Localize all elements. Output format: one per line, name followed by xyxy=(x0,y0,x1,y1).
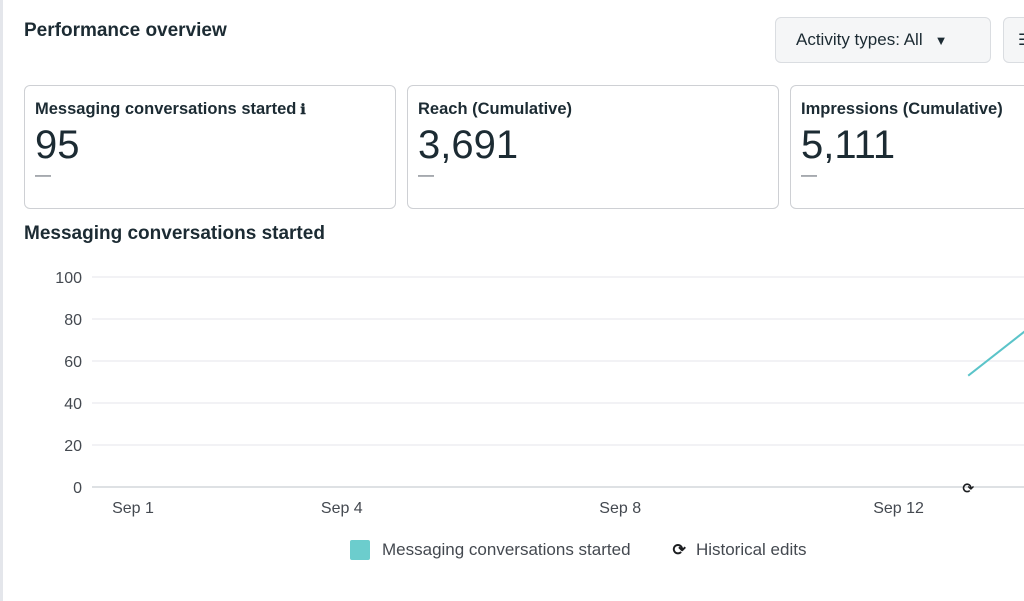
activity-types-dropdown[interactable]: Activity types: All ▼ xyxy=(775,17,991,63)
info-icon[interactable]: ℹ xyxy=(300,101,305,118)
filter-icon: ☰ xyxy=(1018,32,1024,49)
metric-delta: — xyxy=(35,167,51,184)
historical-edit-marker: ⟳ xyxy=(962,481,974,497)
y-tick-label: 80 xyxy=(64,312,82,329)
metric-label: Impressions (Cumulative) xyxy=(801,100,1003,118)
metric-value: 3,691 xyxy=(418,123,519,167)
series-swatch xyxy=(350,540,370,560)
y-tick-label: 20 xyxy=(64,438,82,455)
legend-edits-label[interactable]: Historical edits xyxy=(696,540,807,560)
historical-edits-icon: ⟳ xyxy=(672,542,686,559)
y-tick-label: 40 xyxy=(64,396,82,413)
y-tick-label: 0 xyxy=(73,480,82,497)
chart-title: Messaging conversations started xyxy=(24,223,325,244)
x-tick-label: Sep 4 xyxy=(321,500,363,517)
series-line xyxy=(967,330,1024,377)
x-tick-label: Sep 1 xyxy=(112,500,154,517)
metric-card-reach[interactable]: Reach (Cumulative) 3,691 — xyxy=(407,85,779,209)
metric-card-impressions[interactable]: Impressions (Cumulative) 5,111 — xyxy=(790,85,1024,209)
metric-label: Messaging conversations started xyxy=(35,100,297,118)
line-chart: 0 20 40 60 80 100 Sep 1 Sep 4 Sep 8 Sep 12 ⟳ xyxy=(55,270,1024,517)
filter-button[interactable]: ☰ xyxy=(1003,17,1024,63)
chart-legend: Messaging conversations started ⟳ Histor… xyxy=(350,540,806,560)
metric-value: 95 xyxy=(35,123,80,167)
caret-down-icon: ▼ xyxy=(934,32,948,48)
metric-delta: — xyxy=(801,167,817,184)
metric-value: 5,111 xyxy=(801,123,896,167)
metric-label: Reach (Cumulative) xyxy=(418,100,573,118)
activity-types-label: Activity types: All xyxy=(796,30,923,49)
metric-card-messaging[interactable]: Messaging conversations started ℹ 95 — xyxy=(24,85,396,209)
y-tick-label: 60 xyxy=(64,354,82,371)
y-tick-label: 100 xyxy=(55,270,82,287)
legend-series-label[interactable]: Messaging conversations started xyxy=(382,540,631,560)
x-tick-label: Sep 8 xyxy=(599,500,641,517)
page-title: Performance overview xyxy=(24,20,227,41)
metric-delta: — xyxy=(418,167,434,184)
x-tick-label: Sep 12 xyxy=(873,500,924,517)
